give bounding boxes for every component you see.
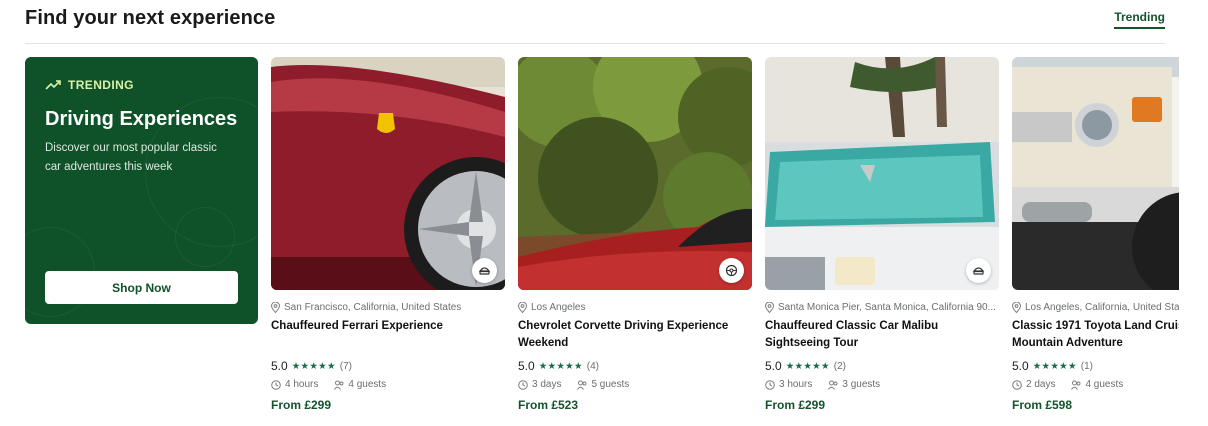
location-text: Los Angeles, California, United States: [1025, 302, 1179, 313]
clock-icon: [271, 379, 281, 390]
promo-title: Driving Experiences: [45, 108, 238, 130]
map-pin-icon: [765, 302, 774, 313]
card-title[interactable]: Chauffeured Classic Car Malibu Sightseei…: [765, 318, 999, 352]
card-image[interactable]: [1012, 57, 1179, 290]
review-count: (1): [1080, 360, 1094, 372]
review-count: (7): [339, 360, 353, 372]
star-rating: ★★★★★: [785, 360, 830, 372]
card-location: San Francisco, California, United States: [271, 302, 505, 313]
steering-wheel-icon: [725, 264, 738, 277]
review-count: (2): [833, 360, 847, 372]
rating-row: 5.0 ★★★★★ (7): [271, 359, 352, 373]
guests-icon: [334, 380, 344, 390]
clock-icon: [1012, 379, 1022, 390]
clock-icon: [518, 379, 528, 390]
price: From £299: [765, 398, 826, 412]
map-pin-icon: [1012, 302, 1021, 313]
ferrari-photo: [271, 57, 505, 290]
corvette-photo: [518, 57, 752, 290]
guests: 3 guests: [842, 379, 881, 390]
card-title[interactable]: Classic 1971 Toyota Land Cruiser Mountai…: [1012, 318, 1179, 352]
rating-row: 5.0 ★★★★★ (2): [765, 359, 846, 373]
map-pin-icon: [518, 302, 527, 313]
price: From £598: [1012, 398, 1073, 412]
guests-icon: [1071, 380, 1081, 390]
location-text: San Francisco, California, United States: [284, 302, 462, 313]
price: From £299: [271, 398, 332, 412]
shop-now-button[interactable]: Shop Now: [45, 271, 238, 304]
rating-row: 5.0 ★★★★★ (4): [518, 359, 599, 373]
duration: 3 hours: [779, 379, 813, 390]
review-count: (4): [586, 360, 600, 372]
price: From £523: [518, 398, 579, 412]
guests: 4 guests: [348, 379, 387, 390]
land-cruiser-photo: [1012, 57, 1179, 290]
carousel: TRENDING Driving Experiences Discover ou…: [0, 0, 1179, 426]
duration: 2 days: [1026, 379, 1056, 390]
meta-row: 4 hours 4 guests: [271, 379, 386, 390]
guests-icon: [577, 380, 587, 390]
card-location: Los Angeles, California, United States: [1012, 302, 1179, 313]
promo-card: TRENDING Driving Experiences Discover ou…: [25, 57, 258, 324]
guests: 5 guests: [591, 379, 630, 390]
star-rating: ★★★★★: [291, 360, 336, 372]
experience-card[interactable]: Los Angeles Chevrolet Corvette Driving E…: [518, 57, 752, 412]
rating-value: 5.0: [765, 359, 782, 373]
card-location: Los Angeles: [518, 302, 752, 313]
card-image[interactable]: [271, 57, 505, 290]
trending-up-icon: [45, 80, 61, 90]
location-text: Santa Monica Pier, Santa Monica, Califor…: [778, 302, 996, 313]
duration: 3 days: [532, 379, 562, 390]
card-title[interactable]: Chauffeured Ferrari Experience: [271, 318, 505, 335]
guests-icon: [828, 380, 838, 390]
experience-card[interactable]: Los Angeles, California, United States C…: [1012, 57, 1179, 412]
meta-row: 3 hours 3 guests: [765, 379, 880, 390]
meta-row: 2 days 4 guests: [1012, 379, 1123, 390]
clock-icon: [765, 379, 775, 390]
rating-value: 5.0: [1012, 359, 1029, 373]
card-image[interactable]: [765, 57, 999, 290]
chauffeur-cap-icon: [972, 267, 985, 275]
guests: 4 guests: [1085, 379, 1124, 390]
promo-description: Discover our most popular classic car ad…: [45, 142, 217, 173]
rating-value: 5.0: [271, 359, 288, 373]
chauffeur-badge: [966, 258, 991, 283]
card-location: Santa Monica Pier, Santa Monica, Califor…: [765, 302, 999, 313]
malibu-truck-photo: [765, 57, 999, 290]
promo-tag-label: TRENDING: [68, 78, 134, 92]
star-rating: ★★★★★: [538, 360, 583, 372]
location-text: Los Angeles: [531, 302, 586, 313]
star-rating: ★★★★★: [1032, 360, 1077, 372]
map-pin-icon: [271, 302, 280, 313]
card-image[interactable]: [518, 57, 752, 290]
promo-tag: TRENDING: [45, 78, 134, 92]
steering-badge: [719, 258, 744, 283]
card-title[interactable]: Chevrolet Corvette Driving Experience We…: [518, 318, 752, 352]
rating-row: 5.0 ★★★★★ (1): [1012, 359, 1093, 373]
duration: 4 hours: [285, 379, 319, 390]
experience-card[interactable]: Santa Monica Pier, Santa Monica, Califor…: [765, 57, 999, 412]
rating-value: 5.0: [518, 359, 535, 373]
chauffeur-cap-icon: [478, 267, 491, 275]
chauffeur-badge: [472, 258, 497, 283]
meta-row: 3 days 5 guests: [518, 379, 629, 390]
experience-card[interactable]: San Francisco, California, United States…: [271, 57, 505, 412]
